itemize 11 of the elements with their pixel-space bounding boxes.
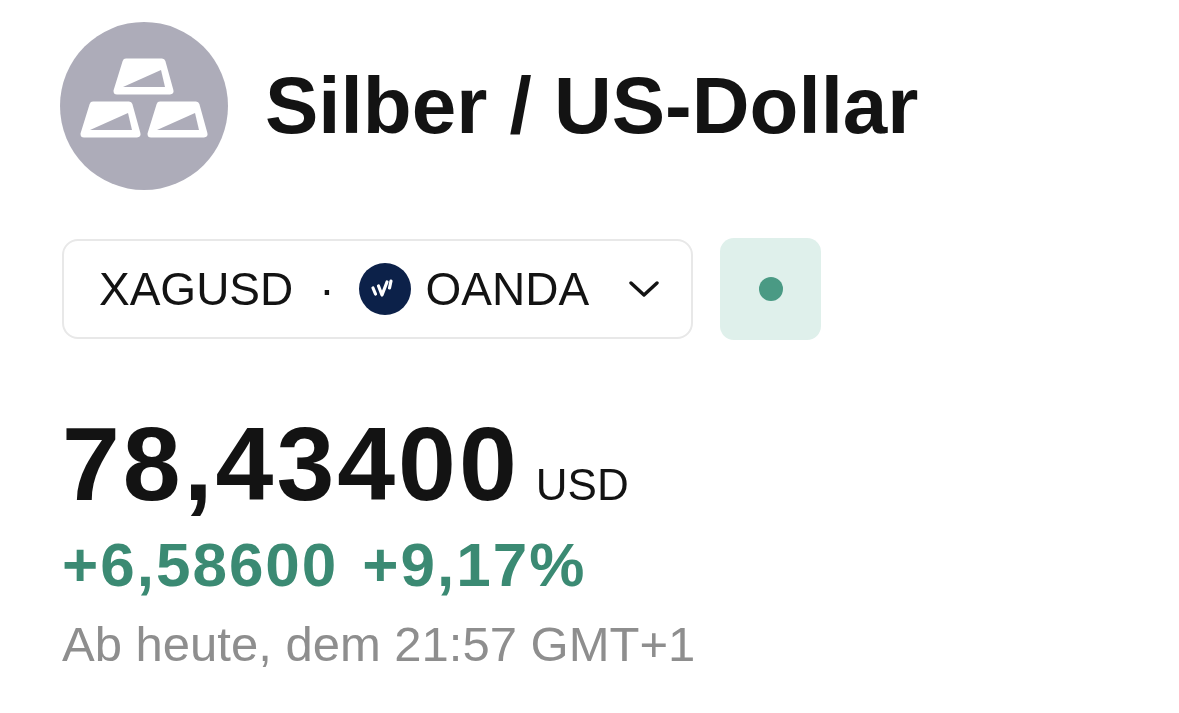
symbol-dropdown[interactable]: XAGUSD · OANDA — [62, 239, 694, 339]
instrument-title: Silber / US-Dollar — [265, 66, 919, 146]
chevron-icon — [629, 280, 660, 298]
market-status-button[interactable] — [720, 238, 822, 340]
ingots-icon — [60, 22, 228, 190]
price-value: 78,43400 — [62, 412, 520, 516]
timestamp-text: Ab heute, dem 21:57 GMT+1 — [62, 620, 696, 669]
logo-icon — [358, 263, 411, 315]
change-percent: +9,17% — [362, 534, 587, 596]
change-value: +6,58600 — [62, 534, 339, 596]
currency-label: USD — [535, 463, 629, 507]
